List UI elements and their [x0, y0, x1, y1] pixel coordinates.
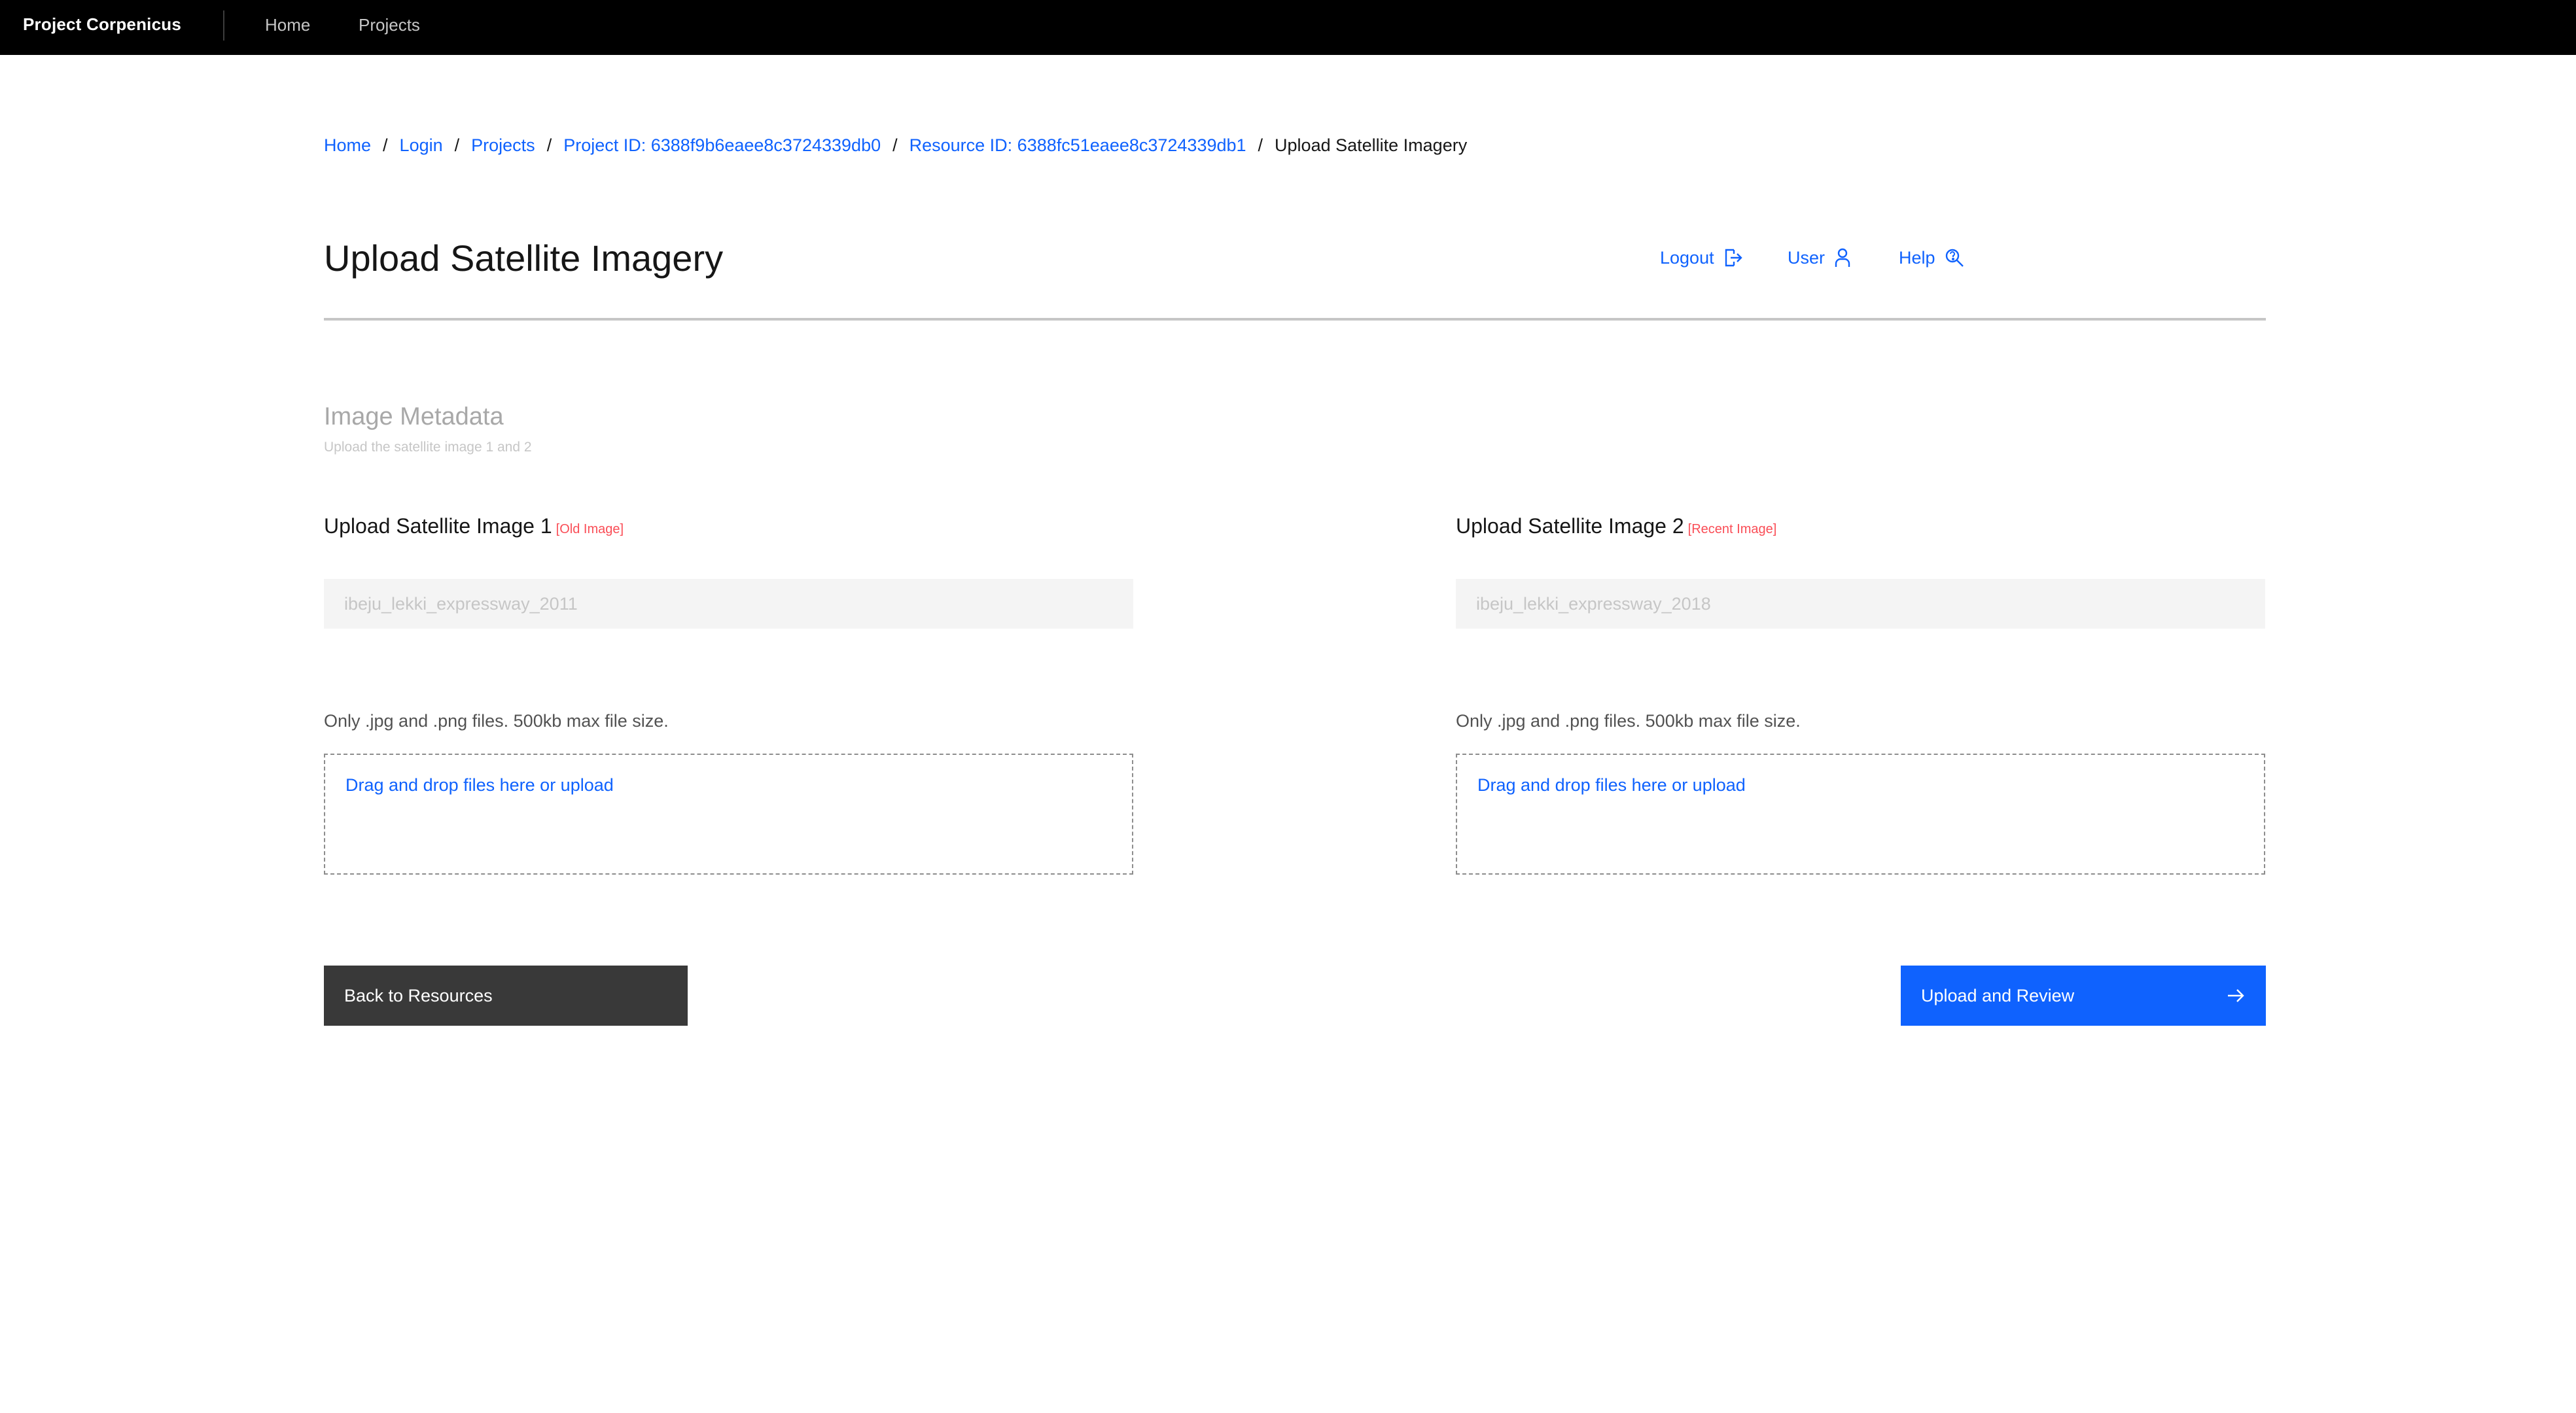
- dropzone-link-1[interactable]: Drag and drop files here or upload: [345, 775, 614, 795]
- file-helper-text-2: Only .jpg and .png files. 500kb max file…: [1456, 711, 1801, 731]
- brand-name[interactable]: Project Corpenicus: [23, 14, 181, 35]
- logout-label: Logout: [1660, 247, 1714, 268]
- breadcrumb-separator: /: [546, 135, 552, 155]
- upload-title-1: Upload Satellite Image 1: [324, 514, 552, 538]
- help-link[interactable]: Help: [1899, 247, 1964, 268]
- user-link[interactable]: User: [1788, 247, 1851, 268]
- section-subtitle: Upload the satellite image 1 and 2: [324, 440, 532, 455]
- image-2-name-input[interactable]: [1456, 579, 2265, 629]
- breadcrumb-home[interactable]: Home: [324, 135, 371, 155]
- image-1-name-input[interactable]: [324, 579, 1133, 629]
- breadcrumb-resource-id[interactable]: Resource ID: 6388fc51eaee8c3724339db1: [909, 135, 1246, 155]
- breadcrumb: Home / Login / Projects / Project ID: 6388f9b6…: [324, 135, 1467, 156]
- back-to-resources-button[interactable]: Back to Resources: [324, 966, 688, 1026]
- nav-link-home[interactable]: Home: [265, 15, 310, 35]
- section-title: Image Metadata: [324, 403, 504, 430]
- logout-icon: [1725, 249, 1742, 267]
- dropzone-2[interactable]: Drag and drop files here or upload: [1456, 754, 2265, 875]
- breadcrumb-separator: /: [1258, 135, 1263, 155]
- top-nav: Project Corpenicus Home Projects: [0, 0, 2576, 55]
- breadcrumb-separator: /: [383, 135, 388, 155]
- upload-label-2: Upload Satellite Image 2 [Recent Image]: [1456, 514, 1776, 538]
- arrow-right-icon: [2228, 989, 2244, 1002]
- help-search-icon: [1945, 249, 1964, 267]
- upload-title-2: Upload Satellite Image 2: [1456, 514, 1684, 538]
- help-label: Help: [1899, 247, 1935, 268]
- upload-button-label: Upload and Review: [1921, 985, 2075, 1005]
- upload-and-review-button[interactable]: Upload and Review: [1901, 966, 2266, 1026]
- breadcrumb-project-id[interactable]: Project ID: 6388f9b6eaee8c3724339db0: [563, 135, 881, 155]
- dropzone-link-2[interactable]: Drag and drop files here or upload: [1477, 775, 1746, 795]
- nav-divider: [223, 10, 224, 41]
- header-divider: [324, 318, 2266, 321]
- dropzone-1[interactable]: Drag and drop files here or upload: [324, 754, 1133, 875]
- breadcrumb-projects[interactable]: Projects: [471, 135, 535, 155]
- breadcrumb-separator: /: [454, 135, 460, 155]
- recent-image-tag: [Recent Image]: [1687, 522, 1777, 536]
- breadcrumb-separator: /: [892, 135, 898, 155]
- user-icon: [1835, 248, 1850, 267]
- breadcrumb-current: Upload Satellite Imagery: [1275, 135, 1468, 155]
- file-helper-text-1: Only .jpg and .png files. 500kb max file…: [324, 711, 669, 731]
- breadcrumb-login[interactable]: Login: [400, 135, 443, 155]
- nav-link-projects[interactable]: Projects: [359, 15, 420, 35]
- old-image-tag: [Old Image]: [556, 522, 624, 536]
- user-label: User: [1788, 247, 1826, 268]
- logout-link[interactable]: Logout: [1660, 247, 1743, 268]
- back-button-label: Back to Resources: [344, 985, 493, 1005]
- upload-label-1: Upload Satellite Image 1 [Old Image]: [324, 514, 624, 538]
- page-title: Upload Satellite Imagery: [324, 237, 724, 279]
